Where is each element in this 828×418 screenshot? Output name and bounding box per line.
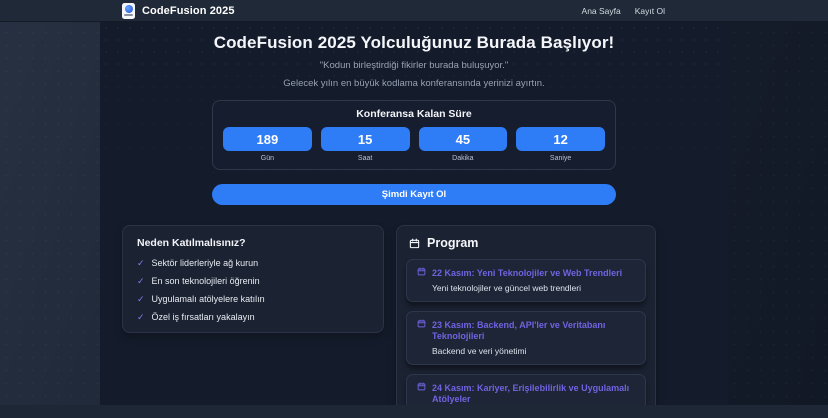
- countdown-days-label: Gün: [260, 155, 274, 162]
- nav-link-home[interactable]: Ana Sayfa: [582, 6, 621, 16]
- nav-link-register[interactable]: Kayıt Ol: [635, 6, 665, 16]
- check-icon: ✓: [137, 276, 145, 286]
- program-header: Program: [406, 236, 646, 250]
- footer-bar: [0, 405, 828, 418]
- program-session-1: 22 Kasım: Yeni Teknolojiler ve Web Trend…: [406, 259, 646, 302]
- countdown-days-value: 189: [223, 127, 312, 151]
- countdown-panel: Konferansa Kalan Süre 189 Gün 15 Saat 45…: [212, 100, 616, 170]
- countdown-seconds-value: 12: [516, 127, 605, 151]
- why-attend-title: Neden Katılmalısınız?: [137, 237, 246, 249]
- countdown-hours-label: Saat: [357, 155, 373, 162]
- main-content: CodeFusion 2025 Yolculuğunuz Burada Başl…: [100, 22, 728, 418]
- calendar-icon: [417, 267, 426, 276]
- countdown-unit-seconds: 12 Saniye: [516, 127, 605, 162]
- program-session-2: 23 Kasım: Backend, API'ler ve Veritabanı…: [406, 311, 646, 365]
- calendar-icon: [417, 382, 426, 391]
- session-subtitle: Backend ve veri yönetimi: [432, 346, 527, 356]
- register-now-button[interactable]: Şimdi Kayıt Ol: [212, 184, 616, 205]
- navbar-inner: CodeFusion 2025 Ana Sayfa Kayıt Ol: [100, 0, 728, 21]
- calendar-icon: [417, 319, 426, 328]
- countdown-minutes-value: 45: [418, 127, 508, 151]
- countdown-title: Konferansa Kalan Süre: [356, 108, 472, 120]
- why-item-text: Sektör liderleriyle ağ kurun: [151, 258, 259, 268]
- check-icon: ✓: [137, 258, 145, 268]
- globe-icon: [124, 5, 133, 13]
- countdown-seconds-label: Saniye: [549, 155, 572, 162]
- calendar-icon: [409, 238, 420, 249]
- session-subtitle: Yeni teknolojiler ve güncel web trendler…: [432, 283, 581, 293]
- logo-wordmark: [124, 14, 133, 16]
- session-title: 22 Kasım: Yeni Teknolojiler ve Web Trend…: [432, 268, 623, 278]
- countdown-unit-minutes: 45 Dakika: [418, 127, 508, 162]
- check-icon: ✓: [137, 294, 145, 304]
- program-card: Program 22 Kasım: Yeni Teknolojiler ve W…: [396, 225, 656, 418]
- why-item-text: En son teknolojileri öğrenin: [151, 276, 260, 286]
- brand-title[interactable]: CodeFusion 2025: [142, 5, 235, 17]
- hero-quote: "Kodun birleştirdiği fikirler burada bul…: [319, 60, 509, 71]
- list-item: ✓ Özel iş fırsatları yakalayın: [137, 311, 369, 323]
- nav-links: Ana Sayfa Kayıt Ol: [582, 6, 665, 16]
- countdown-hours-value: 15: [320, 127, 410, 151]
- countdown-minutes-label: Dakika: [452, 155, 474, 162]
- brand-logo-icon[interactable]: [122, 2, 135, 19]
- list-item: ✓ En son teknolojileri öğrenin: [137, 275, 369, 287]
- hero-subtitle: Gelecek yılın en büyük kodlama konferans…: [283, 78, 545, 89]
- countdown-unit-hours: 15 Saat: [320, 127, 410, 162]
- why-attend-card: Neden Katılmalısınız? ✓ Sektör liderleri…: [122, 225, 384, 333]
- countdown-unit-days: 189 Gün: [223, 127, 312, 162]
- cta-wrap: Şimdi Kayıt Ol: [212, 184, 616, 205]
- why-item-text: Özel iş fırsatları yakalayın: [151, 312, 255, 322]
- list-item: ✓ Sektör liderleriyle ağ kurun: [137, 257, 369, 269]
- hero-section: CodeFusion 2025 Yolculuğunuz Burada Başl…: [100, 22, 728, 89]
- program-title: Program: [427, 236, 479, 250]
- page: CodeFusion 2025 Ana Sayfa Kayıt Ol CodeF…: [0, 0, 828, 418]
- list-item: ✓ Uygulamalı atölyelere katılın: [137, 293, 369, 305]
- session-title: 23 Kasım: Backend, API'ler ve Veritabanı…: [432, 320, 606, 341]
- check-icon: ✓: [137, 312, 145, 322]
- session-title: 24 Kasım: Kariyer, Erişilebilirlik ve Uy…: [432, 383, 630, 404]
- navbar: CodeFusion 2025 Ana Sayfa Kayıt Ol: [0, 0, 828, 22]
- countdown-row: 189 Gün 15 Saat 45 Dakika 12 Saniye: [223, 127, 605, 162]
- cards-row: Neden Katılmalısınız? ✓ Sektör liderleri…: [100, 225, 728, 418]
- page-title: CodeFusion 2025 Yolculuğunuz Burada Başl…: [213, 33, 615, 52]
- why-item-text: Uygulamalı atölyelere katılın: [151, 294, 265, 304]
